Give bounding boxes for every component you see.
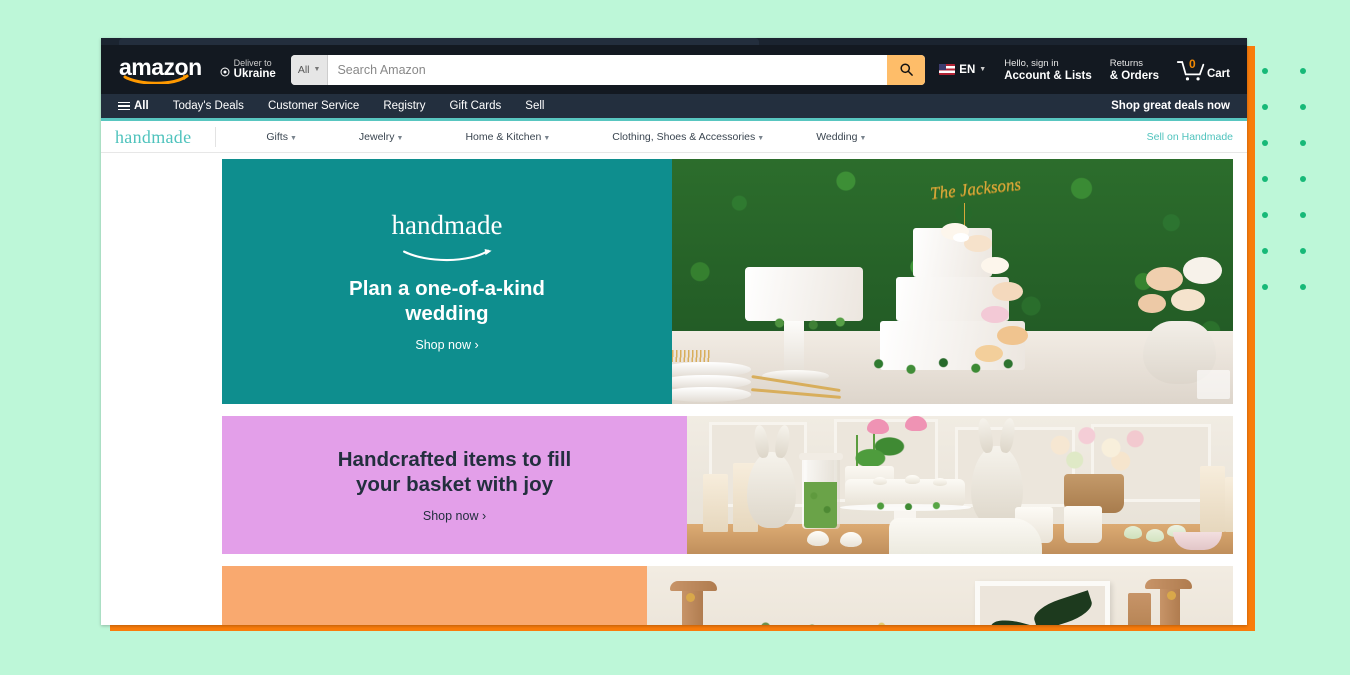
banner-basket-title-line2: your basket with joy	[355, 473, 554, 496]
browser-window: amazon Deliver to Ukraine All ▼ Search A…	[101, 38, 1247, 625]
cart-count: 0	[1188, 56, 1196, 71]
banner-wedding-title-line1: Plan a one-of-a-kind	[349, 277, 545, 300]
handmade-nav-jewelry[interactable]: Jewelry ▼	[359, 131, 404, 143]
cart-label: Cart	[1206, 67, 1230, 80]
language-label: EN	[959, 63, 976, 76]
handmade-nav-wedding-label: Wedding	[816, 130, 858, 143]
chevron-down-icon: ▼	[396, 134, 404, 142]
banner-wedding-copy: handmade Plan a one-of-a-kind wedding Sh…	[222, 159, 672, 404]
banner-wedding-wordmark-text: handmade	[391, 210, 503, 240]
handmade-nav-home-kitchen[interactable]: Home & Kitchen ▼	[465, 131, 550, 143]
nav-right-group: EN ▼ Hello, sign in Account & Lists Retu…	[931, 52, 1237, 88]
chevron-down-icon: ▼	[289, 134, 297, 142]
subnav-promo-link[interactable]: Shop great deals now	[1106, 97, 1235, 115]
search-button[interactable]	[887, 54, 926, 85]
account-and-lists-button[interactable]: Hello, sign in Account & Lists	[996, 52, 1100, 88]
subnav-item-gift-cards[interactable]: Gift Cards	[445, 97, 507, 115]
subnav-item-customer-service[interactable]: Customer Service	[263, 97, 364, 115]
handmade-nav-home-kitchen-label: Home & Kitchen	[465, 130, 542, 143]
amazon-secondary-nav: All Today's Deals Customer Service Regis…	[101, 94, 1247, 118]
all-menu-label: All	[134, 100, 149, 112]
search-category-label: All	[297, 63, 310, 76]
amazon-logo[interactable]: amazon	[115, 52, 208, 87]
banner-wedding-wordmark: handmade	[391, 210, 503, 262]
orders-label: & Orders	[1109, 69, 1159, 82]
search-input[interactable]	[328, 54, 888, 85]
banner-wedding-image: The Jacksons	[672, 159, 1233, 404]
deliver-to-label: Deliver to	[233, 57, 272, 68]
chevron-down-icon: ▼	[979, 65, 987, 73]
banner-wedding-title: Plan a one-of-a-kind wedding	[349, 276, 545, 326]
handmade-nav-links: Gifts ▼ Jewelry ▼ Home & Kitchen ▼ Clothing…	[220, 131, 1146, 143]
banner-basket[interactable]: Handcrafted items to fill your basket wi…	[222, 416, 1233, 554]
banner-wedding-title-line2: wedding	[405, 302, 489, 325]
banner-basket-title-line1: Handcrafted items to fill	[337, 448, 572, 471]
chevron-down-icon: ▼	[543, 134, 551, 142]
hamburger-icon	[118, 101, 130, 111]
handmade-nav-gifts-label: Gifts	[266, 130, 288, 143]
banner-basket-title: Handcrafted items to fill your basket wi…	[338, 447, 572, 497]
location-pin-icon	[220, 67, 230, 76]
us-flag-icon	[939, 64, 956, 75]
handmade-nav-gifts[interactable]: Gifts ▼	[266, 131, 297, 143]
banner-basket-image	[687, 416, 1233, 554]
decorative-dot-grid	[1262, 68, 1322, 328]
banner-basket-cta[interactable]: Shop now ›	[423, 509, 486, 523]
banner-wedding-cta[interactable]: Shop now ›	[415, 338, 478, 352]
returns-label: Returns	[1109, 57, 1144, 69]
search-icon	[900, 63, 913, 76]
search-bar: All ▼	[290, 54, 926, 85]
amazon-smile-icon	[123, 74, 191, 84]
chevron-down-icon: ▼	[859, 134, 867, 142]
all-menu-button[interactable]: All	[113, 97, 154, 115]
cart-button[interactable]: 0 Cart	[1169, 53, 1237, 87]
amazon-top-nav: amazon Deliver to Ukraine All ▼ Search A…	[101, 45, 1247, 94]
handmade-nav: handmade Gifts ▼ Jewelry ▼ Home & Kitchen ▼…	[101, 121, 1247, 153]
handmade-nav-clothing[interactable]: Clothing, Shoes & Accessories ▼	[612, 131, 764, 143]
deliver-to-country: Ukraine	[233, 67, 276, 80]
storefront-content: handmade Plan a one-of-a-kind wedding Sh…	[101, 153, 1247, 625]
handmade-smile-icon	[392, 240, 503, 262]
banner-wedding[interactable]: handmade Plan a one-of-a-kind wedding Sh…	[222, 159, 1233, 404]
browser-tab-strip	[101, 38, 1247, 45]
banner-unique-image	[647, 566, 1233, 625]
chevron-down-icon: ▼	[757, 134, 765, 142]
deliver-to-button[interactable]: Deliver to Ukraine	[214, 51, 285, 89]
sell-on-handmade-link[interactable]: Sell on Handmade	[1147, 131, 1233, 143]
handmade-nav-wedding[interactable]: Wedding ▼	[816, 131, 866, 143]
chevron-down-icon: ▼	[313, 66, 321, 73]
browser-tab[interactable]	[119, 38, 759, 45]
language-selector[interactable]: EN ▼	[931, 58, 994, 82]
subnav-item-registry[interactable]: Registry	[378, 97, 430, 115]
handmade-nav-clothing-label: Clothing, Shoes & Accessories	[612, 130, 756, 143]
handmade-logo[interactable]: handmade	[115, 126, 217, 147]
account-greeting: Hello, sign in	[1004, 57, 1059, 69]
account-label: Account & Lists	[1004, 69, 1092, 82]
search-category-dropdown[interactable]: All ▼	[290, 54, 329, 85]
handmade-nav-jewelry-label: Jewelry	[358, 130, 395, 143]
returns-and-orders-button[interactable]: Returns & Orders	[1102, 52, 1167, 88]
subnav-item-todays-deals[interactable]: Today's Deals	[168, 97, 249, 115]
banner-basket-copy: Handcrafted items to fill your basket wi…	[222, 416, 687, 554]
subnav-item-sell[interactable]: Sell	[520, 97, 549, 115]
banner-unique[interactable]: Unique and handcrafted	[222, 566, 1233, 625]
banner-unique-copy: Unique and handcrafted	[222, 566, 647, 625]
